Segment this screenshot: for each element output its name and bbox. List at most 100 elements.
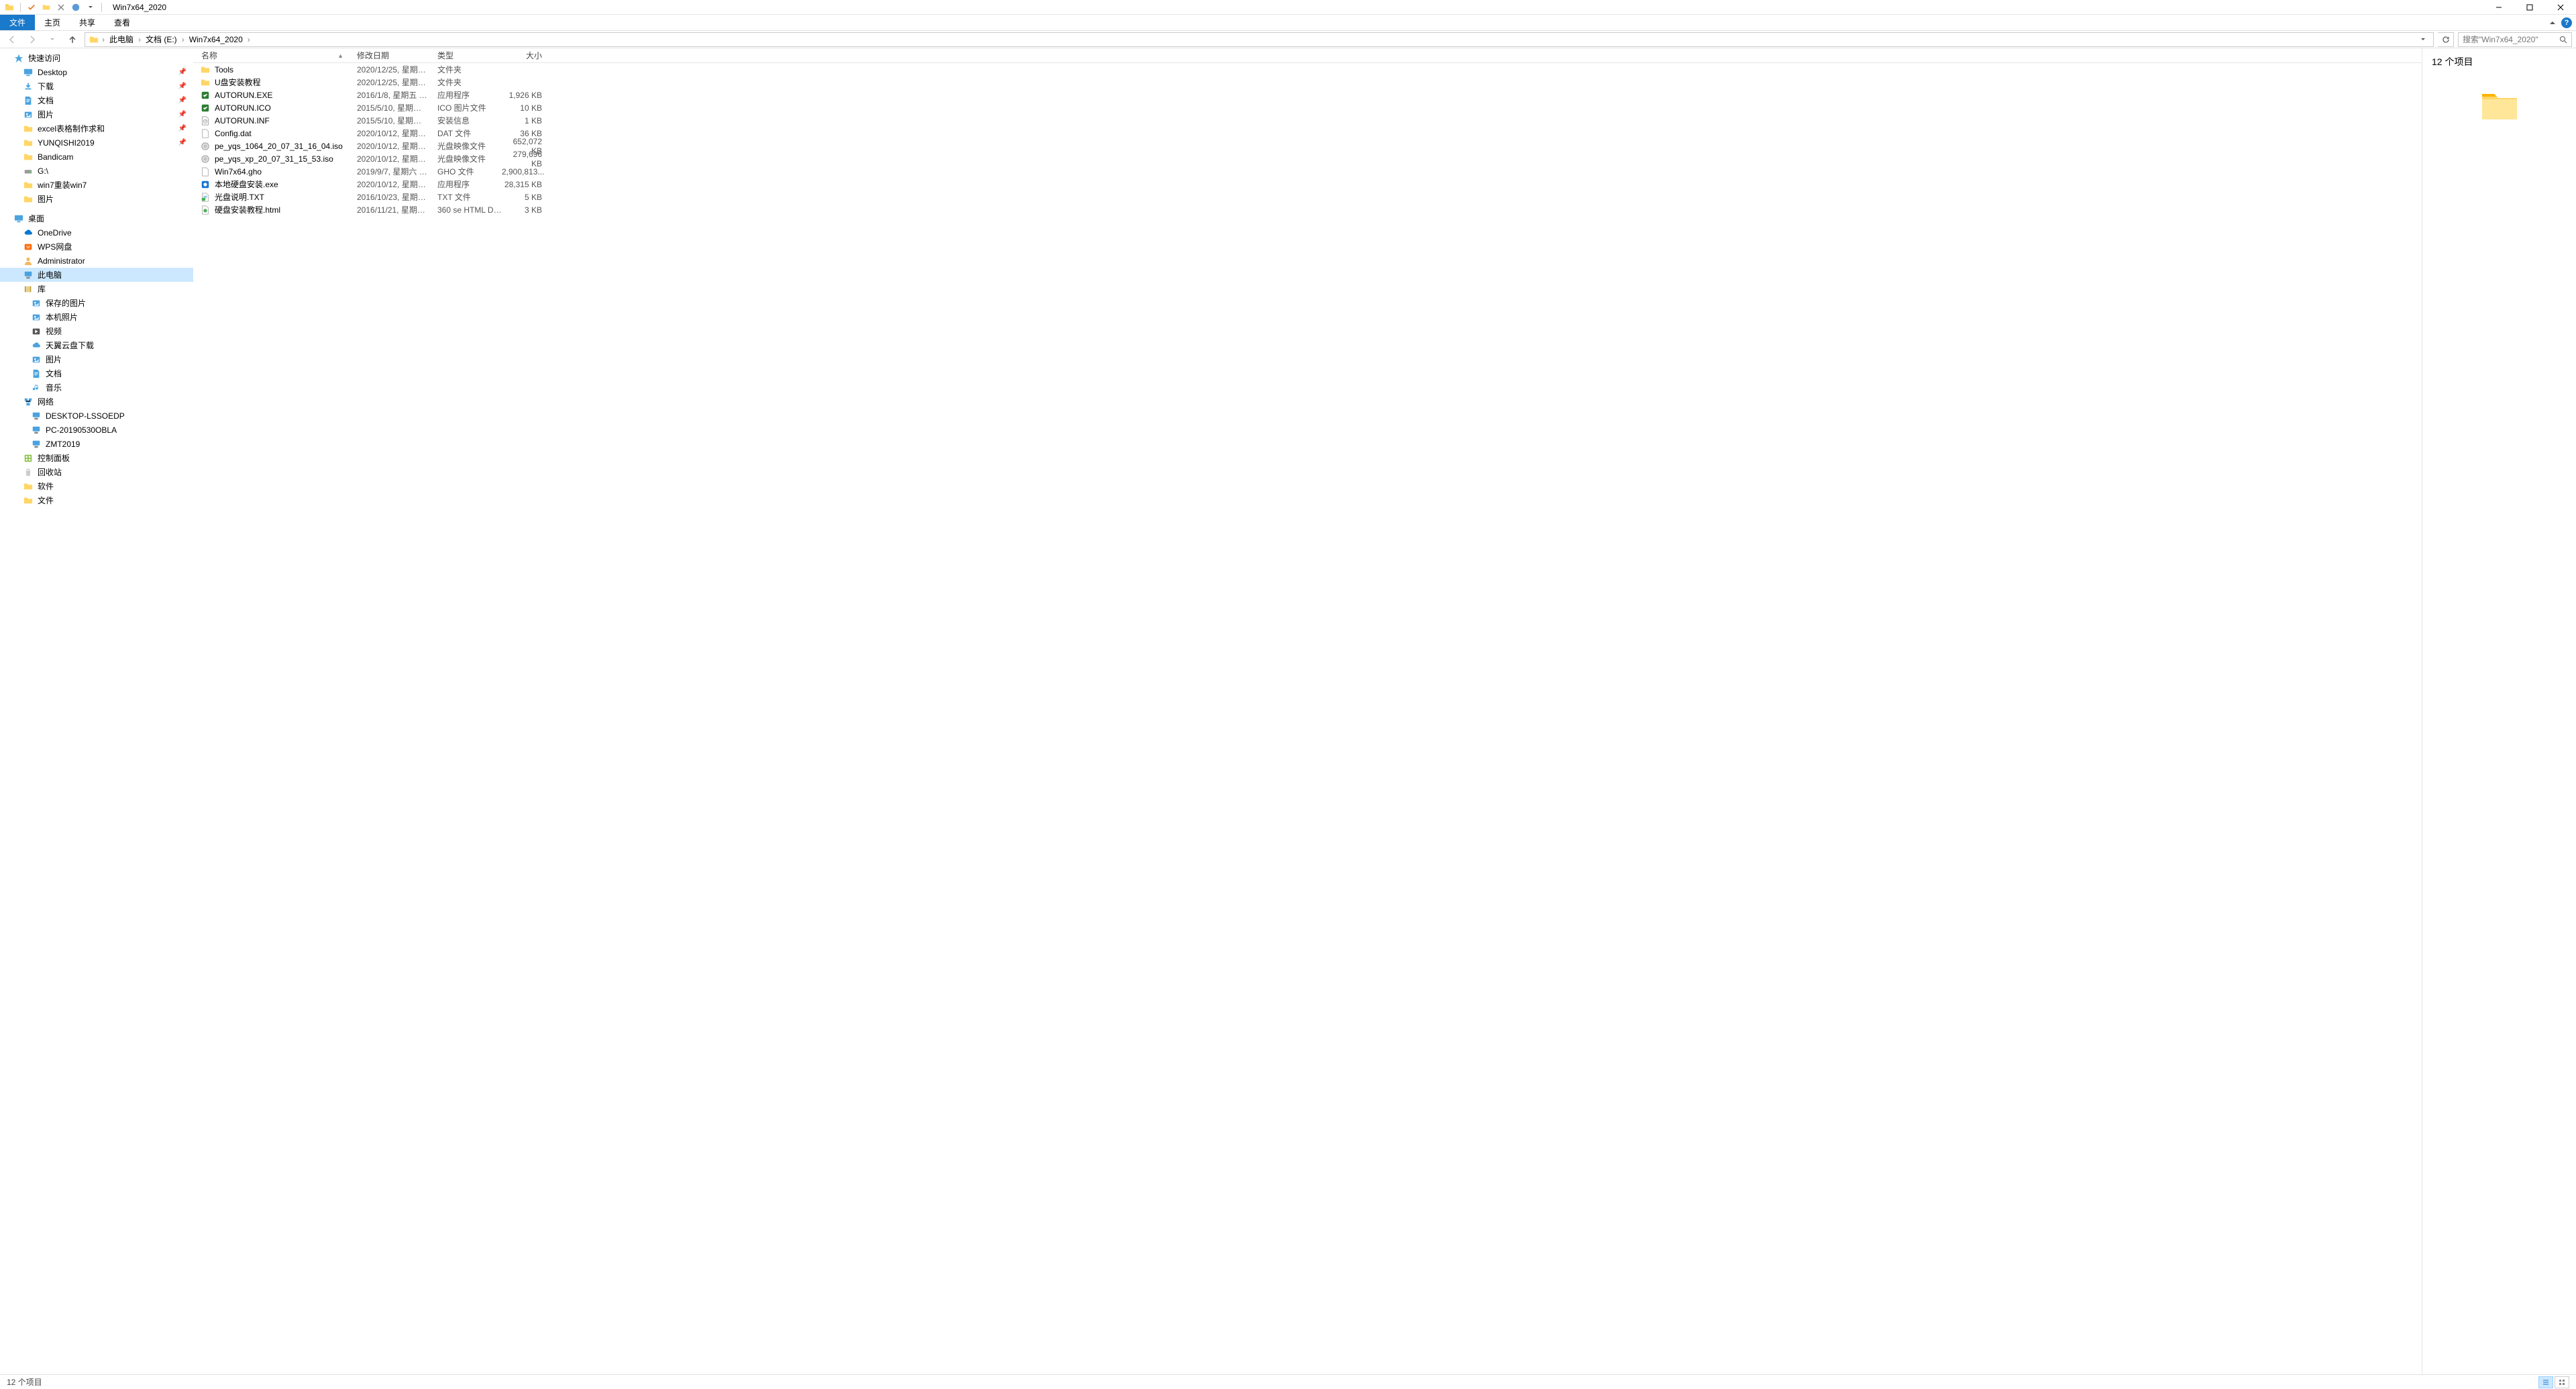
chevron-right-icon[interactable]: › [246,35,252,44]
breadcrumb-item[interactable]: Win7x64_2020 [188,35,244,44]
maximize-button[interactable] [2514,0,2545,15]
help-icon[interactable]: ? [2561,17,2572,28]
sidebar-item-label: 图片 [46,354,62,365]
file-size: 2,900,813... [502,167,550,176]
folder-small-icon[interactable] [41,2,52,13]
file-row[interactable]: AUTORUN.ICO2015/5/10, 星期日 02...ICO 图片文件1… [193,101,2422,114]
search-input[interactable] [2463,35,2559,44]
sidebar-item-label: 保存的图片 [46,297,86,309]
close-button[interactable] [2545,0,2576,15]
file-row[interactable]: U盘安装教程2020/12/25, 星期五 1...文件夹 [193,76,2422,89]
sidebar-library-item[interactable]: 音乐 [0,380,193,395]
column-name[interactable]: 名称▲ [193,50,349,61]
sidebar-network-item[interactable]: PC-20190530OBLA [0,423,193,437]
sidebar-network[interactable]: 网络 [0,395,193,409]
qat-dropdown-icon[interactable] [85,2,96,13]
sidebar-library-item[interactable]: 文档 [0,366,193,380]
sidebar-desktop-item[interactable]: WWPS网盘 [0,240,193,254]
checkmark-icon[interactable] [26,2,37,13]
file-date: 2020/12/25, 星期五 1... [349,64,429,75]
file-row[interactable]: pe_yqs_xp_20_07_31_15_53.iso2020/10/12, … [193,152,2422,165]
sidebar-quick-item[interactable]: Bandicam [0,150,193,164]
sidebar-quick-item[interactable]: excel表格制作求和📌 [0,121,193,136]
file-date: 2016/10/23, 星期日 0... [349,191,429,203]
column-size[interactable]: 大小 [502,50,550,61]
sidebar-item-label: DESKTOP-LSSOEDP [46,411,125,421]
sidebar-item-label: 音乐 [46,382,62,393]
ribbon-tab-view[interactable]: 查看 [105,15,140,30]
nav-recent-dropdown[interactable] [44,32,60,47]
sidebar-desktop-item[interactable]: 库 [0,282,193,296]
sidebar-quick-item[interactable]: YUNQISHI2019📌 [0,136,193,150]
breadcrumb-item[interactable]: 文档 (E:) [144,34,178,45]
file-row[interactable]: 光盘说明.TXT2016/10/23, 星期日 0...TXT 文件5 KB [193,191,2422,203]
breadcrumb[interactable]: › 此电脑 › 文档 (E:) › Win7x64_2020 › [85,32,2434,47]
pc-icon [31,411,42,421]
ribbon-expand-icon[interactable] [2549,19,2556,26]
view-details-button[interactable] [2538,1376,2553,1388]
column-date[interactable]: 修改日期 [349,50,429,61]
sidebar-item-label: 本机照片 [46,311,78,323]
sidebar-library-item[interactable]: 保存的图片 [0,296,193,310]
file-row[interactable]: Tools2020/12/25, 星期五 1...文件夹 [193,63,2422,76]
sidebar-quick-access[interactable]: 快速访问 [0,51,193,65]
refresh-button[interactable] [2438,32,2454,47]
sidebar-desktop-item[interactable]: 此电脑 [0,268,193,282]
chevron-right-icon[interactable]: › [136,35,143,44]
file-row[interactable]: AUTORUN.EXE2016/1/8, 星期五 04:...应用程序1,926… [193,89,2422,101]
minimize-button[interactable] [2483,0,2514,15]
search-icon[interactable] [2559,36,2567,44]
sidebar-recycle[interactable]: 回收站 [0,465,193,479]
sidebar-library-item[interactable]: 图片 [0,352,193,366]
sidebar-label: 快速访问 [28,52,60,64]
sidebar-quick-item[interactable]: 图片 [0,192,193,206]
sidebar-library-item[interactable]: 天翼云盘下载 [0,338,193,352]
file-date: 2016/1/8, 星期五 04:... [349,89,429,101]
file-type: DAT 文件 [429,127,502,139]
chevron-right-icon[interactable]: › [100,35,107,44]
nav-back-button[interactable] [4,32,20,47]
column-type[interactable]: 类型 [429,50,502,61]
file-row[interactable]: AUTORUN.INF2015/5/10, 星期日 02...安装信息1 KB [193,114,2422,127]
chevron-right-icon[interactable]: › [180,35,186,44]
sidebar-quick-item[interactable]: 图片📌 [0,107,193,121]
view-large-icons-button[interactable] [2555,1376,2569,1388]
sidebar-quick-item[interactable]: 文档📌 [0,93,193,107]
close-grey-icon[interactable] [56,2,66,13]
file-type: 文件夹 [429,64,502,75]
sidebar-quick-item[interactable]: win7重装win7 [0,178,193,192]
quick-access-toolbar: Win7x64_2020 [0,2,166,13]
file-icon [200,166,211,177]
file-row[interactable]: Win7x64.gho2019/9/7, 星期六 19:...GHO 文件2,9… [193,165,2422,178]
sidebar-item-label: ZMT2019 [46,440,80,449]
sidebar-quick-item[interactable]: G:\ [0,164,193,178]
sidebar-desktop-item[interactable]: Administrator [0,254,193,268]
drive-icon [23,166,34,176]
sidebar-control-panel[interactable]: 控制面板 [0,451,193,465]
file-list[interactable]: 名称▲ 修改日期 类型 大小 Tools2020/12/25, 星期五 1...… [193,48,2422,1374]
sidebar-software-folder[interactable]: 软件 [0,479,193,493]
nav-forward-button[interactable] [24,32,40,47]
file-row[interactable]: 硬盘安装教程.html2016/11/21, 星期一 2...360 se HT… [193,203,2422,216]
sidebar-item-label: 库 [38,283,46,295]
breadcrumb-item[interactable]: 此电脑 [108,34,135,45]
file-size: 279,696 KB [502,150,550,168]
sidebar-quick-item[interactable]: 下载📌 [0,79,193,93]
file-row[interactable]: 本地硬盘安装.exe2020/10/12, 星期一 1...应用程序28,315… [193,178,2422,191]
sidebar-files-folder[interactable]: 文件 [0,493,193,507]
sidebar-library-item[interactable]: 本机照片 [0,310,193,324]
ribbon-tab-share[interactable]: 共享 [70,15,105,30]
search-box[interactable] [2458,32,2572,47]
ribbon-tab-home[interactable]: 主页 [35,15,70,30]
nav-up-button[interactable] [64,32,80,47]
file-name: pe_yqs_1064_20_07_31_16_04.iso [215,142,349,151]
ribbon-tab-file[interactable]: 文件 [0,15,35,30]
sidebar-desktop-item[interactable]: OneDrive [0,225,193,240]
sidebar-network-item[interactable]: DESKTOP-LSSOEDP [0,409,193,423]
sidebar-desktop-root[interactable]: 桌面 [0,211,193,225]
navigation-pane[interactable]: 快速访问 Desktop📌下载📌文档📌图片📌excel表格制作求和📌YUNQIS… [0,48,193,1374]
sidebar-quick-item[interactable]: Desktop📌 [0,65,193,79]
sidebar-library-item[interactable]: 视频 [0,324,193,338]
address-dropdown-icon[interactable] [2417,37,2429,42]
sidebar-network-item[interactable]: ZMT2019 [0,437,193,451]
